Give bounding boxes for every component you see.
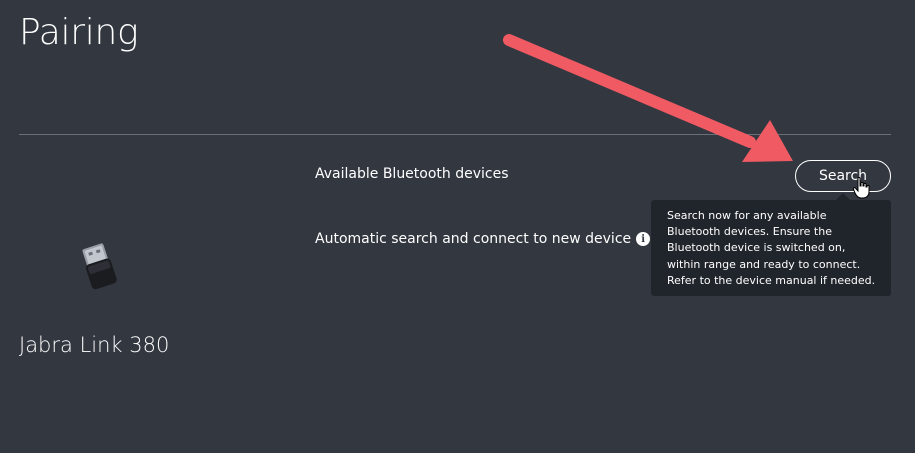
tooltip-arrow: [836, 193, 850, 200]
info-icon[interactable]: i: [636, 232, 651, 246]
device-name: Jabra Link 380: [19, 333, 170, 357]
hand-pointer-icon: [853, 177, 870, 199]
search-button[interactable]: Search: [795, 160, 891, 192]
search-tooltip: Search now for any available Bluetooth d…: [651, 200, 891, 296]
auto-connect-row: Automatic search and connect to new devi…: [315, 231, 651, 247]
auto-connect-label: Automatic search and connect to new devi…: [315, 231, 632, 247]
divider: [19, 134, 891, 135]
pairing-page: Pairing Jabra Link 380 Available Bluetoo…: [0, 0, 915, 453]
available-devices-label: Available Bluetooth devices: [315, 166, 509, 182]
usb-dongle-icon: [82, 243, 117, 290]
page-title: Pairing: [19, 12, 139, 53]
